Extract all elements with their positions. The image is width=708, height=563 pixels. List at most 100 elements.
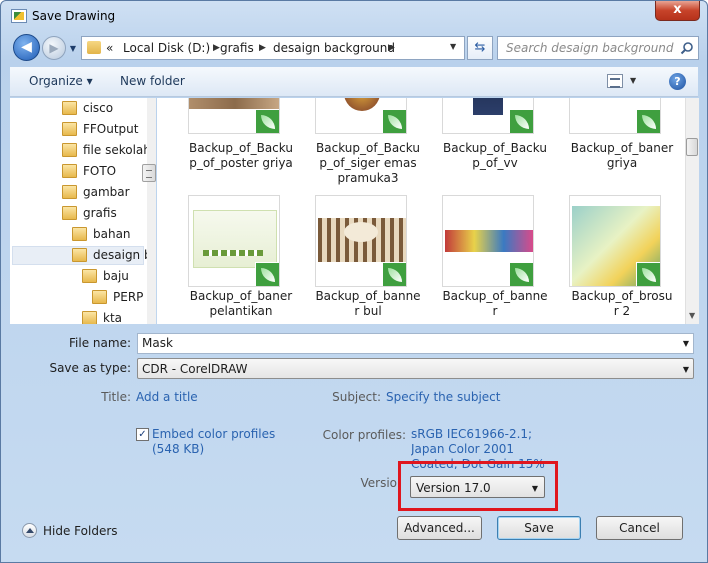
file-name: Backup_of_Backu (443, 141, 547, 155)
file-thumbnail (569, 195, 661, 287)
file-name: griya (606, 156, 638, 170)
back-button[interactable]: ◀ (13, 34, 40, 61)
coreldraw-file-icon (255, 109, 279, 133)
file-thumbnail (442, 98, 534, 134)
breadcrumb-chevron-icon[interactable]: ▶ (213, 43, 220, 53)
file-tile[interactable]: Backup_of_brosu r 2 (560, 195, 680, 324)
file-list: Backup_of_Backu p_of_poster griya Backup… (157, 98, 685, 324)
coreldraw-file-icon (255, 262, 279, 286)
file-list-scrollbar-thumb[interactable] (686, 138, 698, 156)
advanced-button[interactable]: Advanced... (397, 516, 482, 540)
specify-subject-link[interactable]: Specify the subject (386, 390, 500, 404)
thumbnail-detail (203, 250, 263, 256)
coreldraw-app-icon (11, 9, 27, 23)
window-title: Save Drawing (32, 9, 116, 23)
file-name: Backup_of_Backu (316, 141, 420, 155)
folder-icon (62, 206, 77, 220)
file-name-dropdown-icon[interactable]: ▼ (683, 339, 689, 348)
address-dropdown-icon[interactable]: ▼ (450, 42, 456, 51)
save-as-type-select[interactable]: CDR - CorelDRAW ▼ (137, 358, 694, 379)
coreldraw-file-icon (509, 109, 533, 133)
scroll-down-arrow-icon[interactable]: ▼ (689, 311, 695, 320)
folder-icon (62, 143, 77, 157)
view-options-dropdown-icon[interactable]: ▼ (630, 76, 636, 85)
breadcrumb-chevron-icon[interactable]: ▶ (259, 43, 266, 53)
thumbnail-image (193, 210, 277, 268)
file-list-scrollbar[interactable] (685, 98, 699, 324)
file-name: pelantikan (209, 304, 273, 318)
new-folder-button[interactable]: New folder (120, 74, 185, 88)
thumbnail-image (344, 98, 380, 111)
title-bar: Save Drawing x (1, 1, 707, 31)
breadcrumb-chevron-icon[interactable]: ▶ (388, 43, 395, 53)
forward-button[interactable]: ▶ (42, 36, 66, 60)
file-name: Backup_of_baner (189, 289, 293, 303)
search-input[interactable]: Search desaign background (497, 36, 699, 60)
file-name: Backup_of_Backu (189, 141, 293, 155)
file-name-value: Mask (142, 336, 173, 350)
add-title-link[interactable]: Add a title (136, 390, 198, 404)
file-tile[interactable]: Backup_of_banne r bul (306, 195, 426, 324)
thumbnail-image (189, 98, 279, 109)
help-button[interactable]: ? (669, 73, 686, 90)
navigation-pane: cisco FFOutput file sekolah FOTO gambar … (10, 98, 156, 324)
file-name-label: File name: (69, 336, 131, 350)
breadcrumb-local-disk[interactable]: Local Disk (D:) (123, 41, 210, 55)
file-thumbnail (569, 98, 661, 134)
cancel-button[interactable]: Cancel (596, 516, 683, 540)
file-name: Backup_of_baner (570, 141, 674, 155)
folder-icon (62, 164, 77, 178)
search-icon[interactable] (680, 41, 694, 55)
save-drawing-dialog: Save Drawing x ◀ ▶ ▼ « Local Disk (D:) ▶… (0, 0, 708, 563)
file-name-input[interactable]: Mask ▼ (137, 333, 694, 354)
coreldraw-file-icon (636, 109, 660, 133)
save-options-panel: File name: Mask ▼ Save as type: CDR - Co… (1, 324, 707, 562)
recent-locations-dropdown-icon[interactable]: ▼ (67, 43, 79, 55)
annotation-highlight-box (398, 461, 558, 511)
breadcrumb-desaign-background[interactable]: desaign background (273, 41, 395, 55)
title-label: Title: (101, 390, 131, 404)
refresh-icon: ⇆ (474, 40, 486, 55)
file-name: Backup_of_banne (442, 289, 548, 303)
tree-scrollbar[interactable] (147, 98, 156, 324)
file-name: Backup_of_banne (315, 289, 421, 303)
hide-folders-chevron-icon[interactable] (22, 523, 37, 538)
address-bar[interactable]: « Local Disk (D:) ▶ grafis ▶ desaign bac… (81, 36, 465, 60)
embed-color-profiles-label[interactable]: Embed color profiles (548 KB) (152, 427, 297, 457)
file-tile[interactable]: Backup_of_banne r (433, 195, 553, 324)
file-name: r 2 (613, 304, 631, 318)
subject-label: Subject: (332, 390, 381, 404)
color-profiles-label: Color profiles: (322, 428, 406, 442)
file-tile[interactable]: Backup_of_baner pelantikan (179, 195, 299, 324)
coreldraw-file-icon (509, 262, 533, 286)
tree-scrollbar-thumb[interactable] (142, 164, 156, 182)
thumbnail-image (445, 230, 533, 252)
file-name: p_of_siger emas (319, 156, 417, 170)
file-name: Backup_of_brosu (571, 289, 673, 303)
folder-icon (82, 311, 97, 324)
file-thumbnail (188, 98, 280, 134)
folder-icon (82, 269, 97, 283)
folder-icon (62, 122, 77, 136)
file-thumbnail (188, 195, 280, 287)
folder-icon (92, 290, 107, 304)
organize-menu[interactable]: Organize ▾ (29, 74, 93, 88)
folder-open-icon (72, 248, 87, 262)
refresh-button[interactable]: ⇆ (467, 36, 493, 60)
breadcrumb-grafis[interactable]: grafis (220, 41, 254, 55)
hide-folders-button[interactable]: Hide Folders (43, 524, 118, 538)
folder-icon (72, 227, 87, 241)
embed-color-profiles-checkbox[interactable]: ✓ (136, 428, 149, 441)
save-button[interactable]: Save (497, 516, 581, 540)
coreldraw-file-icon (382, 109, 406, 133)
version-label: Versio (360, 476, 397, 490)
file-name: r bul (354, 304, 382, 318)
thumbnail-detail (344, 222, 378, 242)
change-view-icon[interactable] (607, 74, 623, 88)
close-button[interactable]: x (655, 1, 700, 21)
save-as-type-dropdown-icon[interactable]: ▼ (683, 365, 689, 374)
navigation-row: ◀ ▶ ▼ « Local Disk (D:) ▶ grafis ▶ desai… (1, 31, 707, 65)
coreldraw-file-icon (636, 262, 660, 286)
folder-icon (87, 41, 101, 54)
breadcrumb-overflow[interactable]: « (106, 41, 113, 55)
